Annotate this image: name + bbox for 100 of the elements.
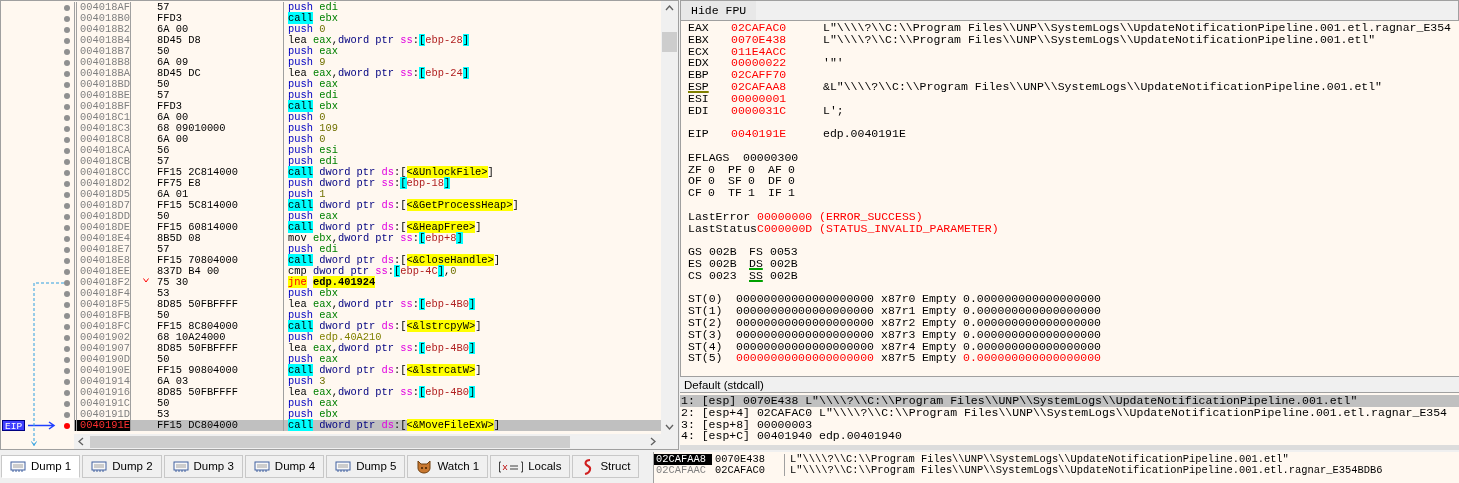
breakpoint-slot-icon[interactable] [64, 246, 70, 253]
register-value[interactable]: 0070E438 [731, 33, 823, 46]
fpu-register-name[interactable]: ST(4) [688, 340, 736, 353]
segment-value[interactable]: 002B [770, 257, 810, 270]
breakpoint-slot-icon[interactable] [64, 400, 70, 407]
flag-name[interactable]: OF [688, 175, 708, 188]
fpu-register-value[interactable]: 00000000000000000000 [736, 328, 881, 341]
calling-convention-header[interactable]: Default (stdcall) [680, 376, 1459, 393]
breakpoint-slot-icon[interactable] [64, 213, 70, 220]
stack-address[interactable]: 02CAFAAC [654, 465, 712, 476]
flag-name[interactable]: DF [768, 175, 788, 188]
fpu-register-value[interactable]: 00000000000000000000 [736, 352, 881, 365]
register-value[interactable]: 0000031C [731, 104, 823, 117]
flag-value[interactable]: 1 [748, 187, 768, 199]
scroll-down-icon[interactable] [665, 424, 674, 430]
flag-name[interactable]: SF [728, 175, 748, 188]
breakpoint-slot-icon[interactable] [64, 48, 70, 55]
fpu-register-name[interactable]: ST(1) [688, 305, 736, 317]
flag-name[interactable]: PF [728, 163, 748, 176]
breakpoint-slot-icon[interactable] [64, 279, 70, 286]
tab[interactable]: Watch 1 [407, 455, 489, 478]
breakpoint-icon[interactable] [64, 422, 70, 429]
flag-value[interactable]: 0 [708, 163, 728, 176]
fpu-register-name[interactable]: ST(0) [688, 293, 736, 306]
breakpoint-slot-icon[interactable] [64, 37, 70, 44]
flag-name[interactable]: TF [728, 187, 748, 199]
tab[interactable]: Dump 3 [163, 455, 243, 478]
breakpoint-slot-icon[interactable] [64, 257, 70, 264]
fpu-register-value[interactable]: 00000000000000000000 [736, 305, 881, 317]
flag-value[interactable]: 0 [788, 175, 808, 188]
hide-fpu-button[interactable]: Hide FPU [681, 1, 757, 20]
scrollbar-thumb[interactable] [662, 32, 677, 52]
tab[interactable]: Dump 1 [1, 455, 81, 478]
register-name[interactable]: EDI [688, 104, 731, 117]
breakpoint-slot-icon[interactable] [64, 92, 70, 99]
register-value[interactable]: 00000300 [743, 151, 799, 164]
breakpoint-slot-icon[interactable] [64, 4, 70, 11]
segment-name[interactable]: DS [749, 257, 770, 270]
segment-name[interactable]: SS [749, 269, 770, 282]
argument-row[interactable]: 1: [esp] 0070E438 L"\\\\?\\C:\\Program Files\\UNP\\SystemLogs\\UpdateNotificationPipeline.001.etl" [680, 395, 1459, 407]
breakpoint-slot-icon[interactable] [64, 26, 70, 33]
breakpoint-slot-icon[interactable] [64, 235, 70, 242]
fpu-register-name[interactable]: ST(5) [688, 352, 736, 365]
flag-name[interactable]: ZF [688, 163, 708, 176]
horizontal-scrollbar[interactable] [74, 434, 678, 449]
segment-value[interactable]: 002B [709, 246, 749, 258]
flag-value[interactable]: 0 [788, 163, 808, 176]
error-value[interactable]: C000000D (STATUS_INVALID_PARAMETER) [757, 222, 999, 235]
breakpoint-slot-icon[interactable] [64, 114, 70, 121]
fpu-register-value[interactable]: 00000000000000000000 [736, 340, 881, 353]
flag-value[interactable]: 0 [748, 175, 768, 188]
scroll-right-icon[interactable] [650, 437, 656, 446]
flag-value[interactable]: 0 [708, 187, 728, 199]
breakpoint-slot-icon[interactable] [64, 268, 70, 275]
fpu-register-name[interactable]: ST(2) [688, 316, 736, 329]
breakpoint-slot-icon[interactable] [64, 334, 70, 341]
fpu-register-value[interactable]: 00000000000000000000 [736, 316, 881, 329]
register-value[interactable]: 02CAFF70 [731, 69, 823, 81]
register-name[interactable]: EIP [688, 128, 731, 140]
tab[interactable]: Dump 4 [244, 455, 325, 478]
argument-row[interactable]: 2: [esp+4] 02CAFAC0 L"\\\\?\\C:\\Program Files\\UNP\\SystemLogs\\UpdateNotificationPipeline.001.etl.ragnar_E354 [680, 406, 1459, 419]
register-value[interactable]: 011E4ACC [731, 45, 823, 58]
segment-name[interactable]: CS [688, 269, 709, 282]
register-name[interactable]: EDX [688, 57, 731, 70]
breakpoint-slot-icon[interactable] [64, 158, 70, 165]
breakpoint-slot-icon[interactable] [64, 70, 70, 77]
breakpoint-slot-icon[interactable] [64, 103, 70, 110]
scrollbar-thumb[interactable] [90, 435, 570, 448]
flag-name[interactable]: IF [768, 187, 788, 199]
tab[interactable]: Dump 2 [82, 455, 162, 478]
vertical-scrollbar[interactable] [661, 1, 678, 434]
fpu-register-value[interactable]: 00000000000000000000 [736, 293, 881, 306]
flag-value[interactable]: 0 [748, 163, 768, 176]
register-name[interactable]: EFLAGS [688, 151, 743, 164]
register-name[interactable]: ESI [688, 92, 731, 105]
register-name[interactable]: EBP [688, 69, 731, 81]
register-value[interactable]: 00000001 [731, 92, 823, 105]
register-value[interactable]: 00000022 [731, 57, 823, 70]
horizontal-scrollbar[interactable] [680, 445, 1459, 450]
breakpoint-slot-icon[interactable] [64, 224, 70, 231]
segment-value[interactable]: 0053 [770, 246, 810, 258]
segment-value[interactable]: 002B [709, 257, 749, 270]
segment-value[interactable]: 0023 [709, 269, 749, 282]
breakpoint-slot-icon[interactable] [64, 356, 70, 363]
breakpoint-slot-icon[interactable] [64, 312, 70, 319]
register-name[interactable]: EBX [688, 33, 731, 46]
breakpoint-slot-icon[interactable] [64, 15, 70, 22]
breakpoint-slot-icon[interactable] [64, 389, 70, 396]
breakpoint-slot-icon[interactable] [64, 378, 70, 385]
breakpoint-slot-icon[interactable] [64, 81, 70, 88]
segment-name[interactable]: ES [688, 257, 709, 270]
register-name[interactable]: ECX [688, 45, 731, 58]
register-name[interactable]: ESP [688, 81, 731, 93]
tab[interactable]: Dump 5 [326, 455, 406, 478]
flag-value[interactable]: 0 [708, 175, 728, 188]
breakpoint-slot-icon[interactable] [64, 125, 70, 132]
fpu-register-name[interactable]: ST(3) [688, 328, 736, 341]
error-value[interactable]: 00000000 (ERROR_SUCCESS) [757, 210, 923, 223]
breakpoint-slot-icon[interactable] [64, 180, 70, 187]
breakpoint-slot-icon[interactable] [64, 345, 70, 352]
